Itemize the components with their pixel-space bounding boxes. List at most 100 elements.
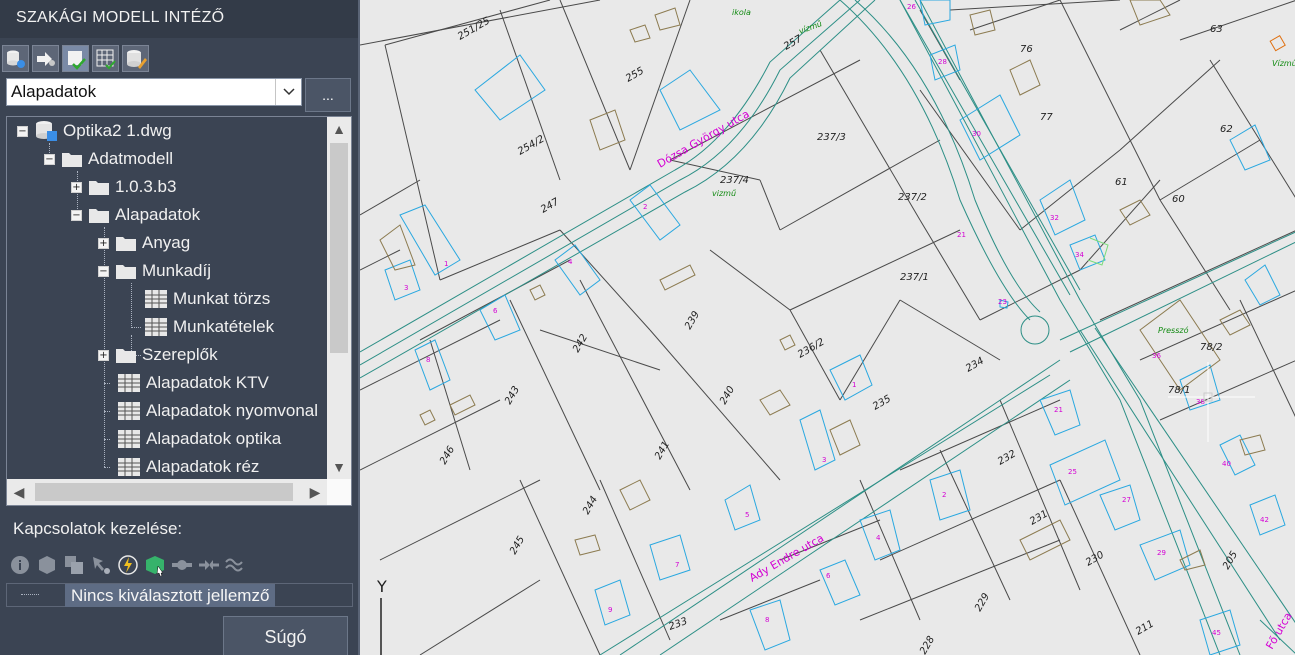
- scroll-right-icon[interactable]: ▶: [303, 479, 327, 505]
- tree-expander[interactable]: −: [17, 125, 28, 137]
- tree-node-folder[interactable]: − Munkadíj: [98, 259, 211, 283]
- cable-icon[interactable]: [224, 552, 247, 578]
- database-settings-icon: [6, 50, 25, 68]
- tree-horizontal-scrollbar[interactable]: ◀ ▶: [7, 479, 327, 505]
- svg-text:2: 2: [942, 491, 946, 499]
- tree-node-label: 1.0.3.b3: [115, 177, 177, 196]
- selected-feature-list[interactable]: Nincs kiválasztott jellemző: [6, 583, 353, 607]
- svg-text:8: 8: [765, 616, 769, 624]
- grid-check-button[interactable]: [92, 45, 119, 72]
- svg-text:23: 23: [998, 298, 1007, 306]
- tree-node-label: Alapadatok nyomvonal: [146, 401, 319, 420]
- parcel-number: 237/2: [898, 192, 927, 203]
- tree-node-label: Munkat törzs: [173, 289, 271, 308]
- tree-expander[interactable]: −: [71, 209, 82, 221]
- tree-node-table[interactable]: Alapadatok nyomvonal: [117, 399, 318, 423]
- panel-toolbar: [0, 45, 149, 75]
- svg-text:27: 27: [1122, 496, 1131, 504]
- parcel-number: 251/25: [456, 15, 492, 42]
- tree-node-label: Munkadíj: [142, 261, 211, 280]
- tree-view: − Optika2 1.dwg − Adatmodell + 1.0.3.b3 …: [7, 117, 327, 479]
- svg-text:1: 1: [852, 381, 856, 389]
- parcel-number: 257: [782, 33, 805, 52]
- y-axis-label: Y: [376, 577, 387, 596]
- tree-expander[interactable]: +: [71, 181, 82, 193]
- svg-text:3: 3: [822, 456, 826, 464]
- parcel-number: 61: [1115, 177, 1128, 188]
- tree-node-label: Adatmodell: [88, 149, 174, 168]
- dataset-dropdown-value: Alapadatok: [11, 82, 97, 101]
- tree-node-table[interactable]: Munkat törzs: [144, 287, 270, 311]
- building-note: vizmű: [712, 189, 736, 198]
- tree-node-table[interactable]: Alapadatok KTV: [117, 371, 269, 395]
- tree-node-table[interactable]: Alapadatok optika: [117, 427, 281, 451]
- cubes-icon[interactable]: [62, 552, 85, 578]
- svg-text:45: 45: [1212, 629, 1221, 637]
- tree-node-folder[interactable]: + Anyag: [98, 231, 190, 255]
- scroll-down-icon[interactable]: ▼: [327, 455, 351, 479]
- building-note: vízmű: [798, 19, 824, 36]
- svg-text:1: 1: [444, 260, 448, 268]
- parcel-number: 63: [1210, 24, 1223, 35]
- parcel-number: 243: [503, 384, 522, 406]
- dataset-dropdown[interactable]: Alapadatok: [6, 78, 302, 106]
- parcel-number: 245: [508, 534, 527, 556]
- tree-node-table[interactable]: Munkatételek: [144, 315, 274, 339]
- tree-node-folder[interactable]: + Szereplők: [98, 343, 218, 367]
- plug-connect-icon[interactable]: [170, 552, 193, 578]
- panel-title: SZAKÁGI MODELL INTÉZŐ: [16, 9, 225, 26]
- grid-check-icon: [96, 49, 116, 69]
- svg-text:4: 4: [568, 258, 573, 266]
- tree-node-folder[interactable]: − Adatmodell: [44, 147, 173, 171]
- selected-feature-item[interactable]: Nincs kiválasztott jellemző: [65, 584, 276, 607]
- tree-vertical-scrollbar[interactable]: ▲ ▼: [327, 117, 351, 479]
- table-icon: [117, 373, 141, 393]
- select-link-icon[interactable]: [89, 552, 112, 578]
- info-icon[interactable]: [8, 552, 31, 578]
- svg-text:40: 40: [1222, 460, 1231, 468]
- scroll-up-icon[interactable]: ▲: [327, 117, 351, 141]
- folder-icon: [115, 234, 137, 252]
- tree-node-label: Alapadatok KTV: [146, 373, 269, 392]
- parcel-number: 237/1: [900, 272, 929, 283]
- connect-button[interactable]: [32, 45, 59, 72]
- tree-node-folder[interactable]: − Alapadatok: [71, 203, 200, 227]
- help-button[interactable]: Súgó: [223, 616, 348, 655]
- scroll-left-icon[interactable]: ◀: [7, 479, 31, 505]
- tree-expander[interactable]: −: [44, 153, 55, 165]
- cube-icon[interactable]: [35, 552, 58, 578]
- drawing-canvas[interactable]: 251/25 255 257 254/2 247 237/4 237/3 237…: [358, 0, 1295, 655]
- parcel-number: 254/2: [516, 134, 546, 158]
- tree-expander[interactable]: +: [98, 237, 109, 249]
- parcel-number: 78/1: [1168, 385, 1190, 396]
- tree-node-folder[interactable]: + 1.0.3.b3: [71, 175, 176, 199]
- plug-disconnect-icon[interactable]: [197, 552, 220, 578]
- scrollbar-thumb[interactable]: [330, 143, 348, 353]
- tree-node-root[interactable]: − Optika2 1.dwg: [17, 119, 172, 143]
- tree-expander[interactable]: +: [98, 349, 109, 361]
- folder-icon: [115, 262, 137, 280]
- chevron-down-icon[interactable]: [275, 79, 301, 105]
- table-icon: [117, 401, 141, 421]
- scrollbar-thumb[interactable]: [35, 483, 293, 501]
- green-cube-icon[interactable]: [143, 552, 166, 578]
- tree-node-table[interactable]: Alapadatok réz: [117, 455, 259, 479]
- parcel-number: 211: [1134, 619, 1156, 638]
- more-options-button[interactable]: ...: [305, 78, 351, 112]
- database-edit-icon: [126, 49, 147, 69]
- tree-expander[interactable]: −: [98, 265, 109, 277]
- lightning-icon[interactable]: [116, 552, 139, 578]
- building-note: Vízmű: [1272, 59, 1295, 68]
- model-tree: − Optika2 1.dwg − Adatmodell + 1.0.3.b3 …: [6, 116, 352, 506]
- building-note: ikola: [732, 8, 751, 17]
- database-settings-button[interactable]: [2, 45, 29, 72]
- parcel-number: 229: [973, 591, 992, 613]
- model-check-button[interactable]: [62, 45, 89, 72]
- database-edit-button[interactable]: [122, 45, 149, 72]
- application-window: SZAKÁGI MODELL INTÉZŐ Alapadatok ... − O…: [0, 0, 1295, 655]
- parcel-number: 237/3: [817, 132, 846, 143]
- svg-text:28: 28: [938, 58, 947, 66]
- database-icon: [34, 120, 58, 142]
- svg-text:21: 21: [1054, 406, 1063, 414]
- tree-node-label: Szereplők: [142, 345, 218, 364]
